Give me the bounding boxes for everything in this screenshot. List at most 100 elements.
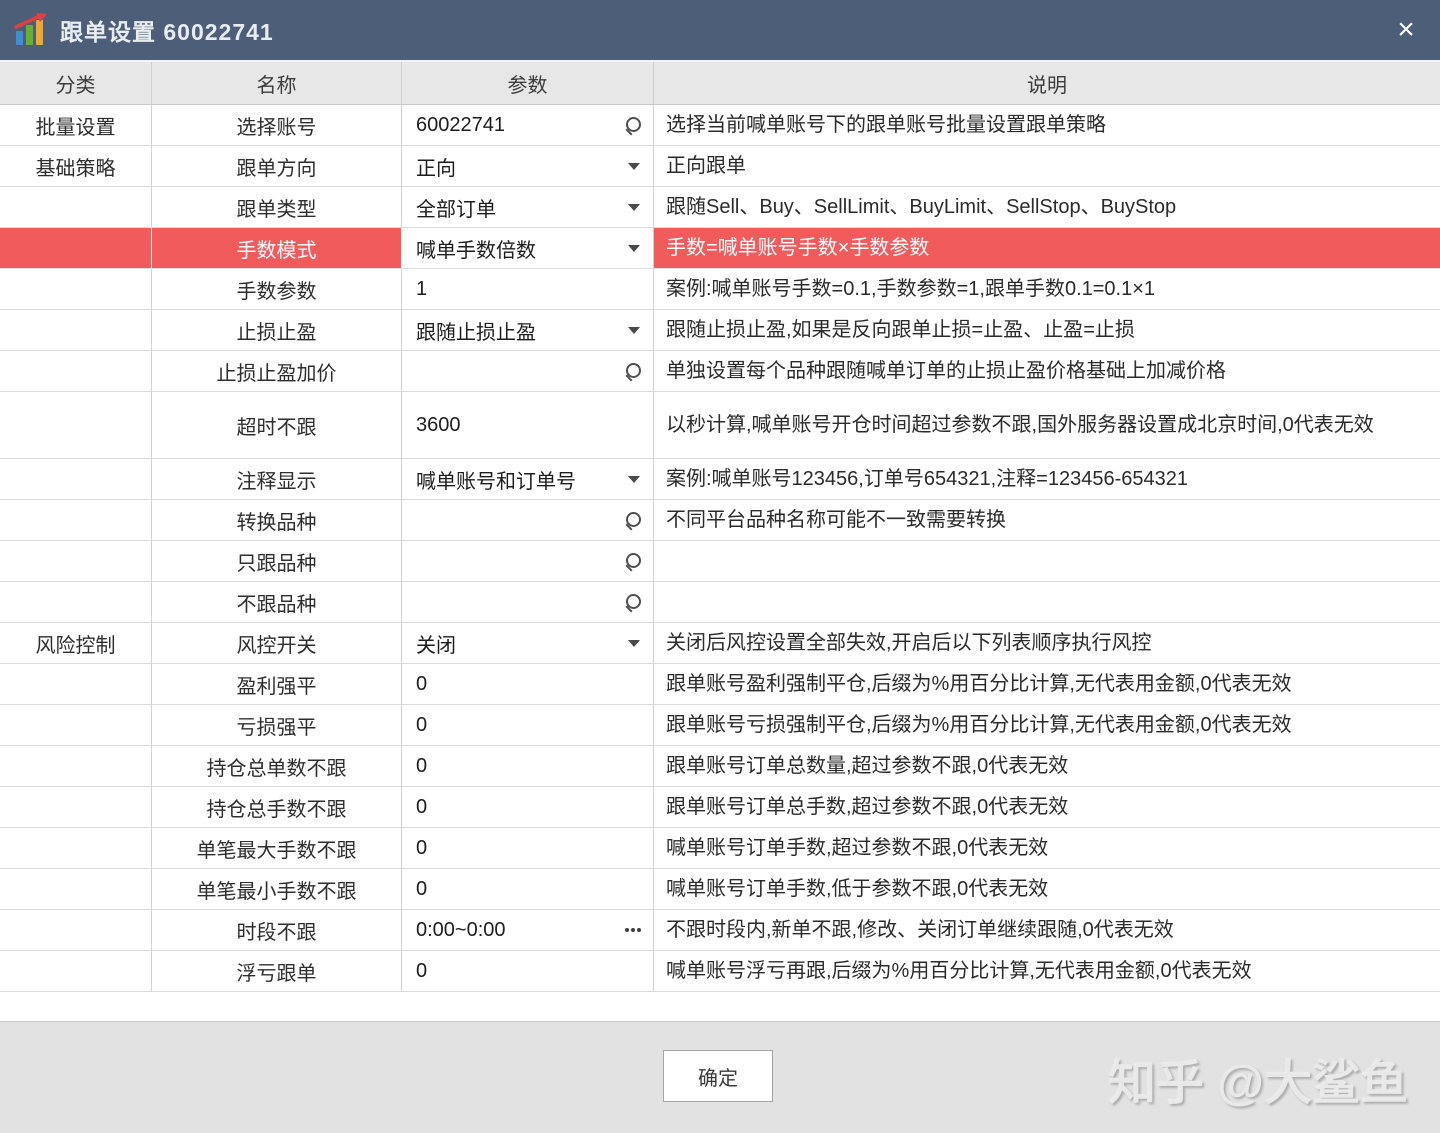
param-cell[interactable]: 0 [402, 869, 654, 909]
confirm-button[interactable]: 确定 [663, 1050, 773, 1102]
param-value: 喊单账号和订单号 [416, 465, 576, 494]
header-category: 分类 [0, 62, 152, 104]
description-cell [654, 582, 1440, 622]
table-row: 风险控制风控开关关闭关闭后风控设置全部失效,开启后以下列表顺序执行风控 [0, 623, 1440, 664]
table-row: 持仓总单数不跟0跟单账号订单总数量,超过参数不跟,0代表无效 [0, 746, 1440, 787]
table-row: 浮亏跟单 0 喊单账号浮亏再跟,后缀为%用百分比计算,无代表用金额,0代表无效 [0, 951, 1440, 992]
table-row: 注释显示喊单账号和订单号案例:喊单账号123456,订单号654321,注释=1… [0, 459, 1440, 500]
description-cell: 选择当前喊单账号下的跟单账号批量设置跟单策略 [654, 105, 1440, 145]
table-row: 单笔最大手数不跟0喊单账号订单手数,超过参数不跟,0代表无效 [0, 828, 1440, 869]
param-cell[interactable]: 3600 [402, 392, 654, 458]
description-cell: 跟单账号盈利强制平仓,后缀为%用百分比计算,无代表用金额,0代表无效 [654, 664, 1440, 704]
table-row: 持仓总手数不跟0跟单账号订单总手数,超过参数不跟,0代表无效 [0, 787, 1440, 828]
description-cell: 跟单账号订单总手数,超过参数不跟,0代表无效 [654, 787, 1440, 827]
table-row: 亏损强平0跟单账号亏损强制平仓,后缀为%用百分比计算,无代表用金额,0代表无效 [0, 705, 1440, 746]
param-cell[interactable]: 0 [402, 787, 654, 827]
param-cell[interactable]: 喊单账号和订单号 [402, 459, 654, 499]
name-cell: 只跟品种 [152, 541, 402, 581]
search-icon[interactable] [623, 592, 643, 612]
settings-table: 批量设置选择账号60022741选择当前喊单账号下的跟单账号批量设置跟单策略基础… [0, 105, 1440, 992]
description-cell: 跟随止损止盈,如果是反向跟单止损=止盈、止盈=止损 [654, 310, 1440, 350]
table-row: 手数参数1案例:喊单账号手数=0.1,手数参数=1,跟单手数0.1=0.1×1 [0, 269, 1440, 310]
param-value: 0 [416, 755, 427, 778]
ellipsis-icon[interactable] [625, 928, 629, 932]
param-cell[interactable] [402, 541, 654, 581]
param-cell[interactable]: 全部订单 [402, 187, 654, 227]
header-description: 说明 [654, 62, 1440, 104]
param-cell[interactable]: 0 [402, 828, 654, 868]
param-cell[interactable]: 跟随止损止盈 [402, 310, 654, 350]
category-cell [0, 392, 152, 458]
param-value: 全部订单 [416, 193, 496, 222]
param-cell[interactable] [402, 351, 654, 391]
chevron-down-icon[interactable] [628, 163, 640, 170]
description-cell: 跟随Sell、Buy、SellLimit、BuyLimit、SellStop、B… [654, 187, 1440, 227]
table-row: 不跟品种 [0, 582, 1440, 623]
search-icon[interactable] [623, 551, 643, 571]
name-cell: 手数模式 [152, 228, 402, 268]
close-icon[interactable]: × [1384, 8, 1428, 52]
header-name: 名称 [152, 62, 402, 104]
param-value: 0 [416, 878, 427, 901]
name-cell: 不跟品种 [152, 582, 402, 622]
param-cell[interactable]: 0 [402, 746, 654, 786]
table-row: 转换品种不同平台品种名称可能不一致需要转换 [0, 500, 1440, 541]
param-cell[interactable]: 0 [402, 951, 654, 991]
category-cell [0, 269, 152, 309]
param-cell[interactable]: 关闭 [402, 623, 654, 663]
chevron-down-icon[interactable] [628, 204, 640, 211]
param-cell[interactable] [402, 582, 654, 622]
search-icon[interactable] [623, 510, 643, 530]
category-cell [0, 187, 152, 227]
description-cell: 手数=喊单账号手数×手数参数 [654, 228, 1440, 268]
name-cell: 浮亏跟单 [152, 951, 402, 991]
search-icon[interactable] [623, 361, 643, 381]
param-value: 0 [416, 960, 427, 983]
table-row: 只跟品种 [0, 541, 1440, 582]
table-row: 基础策略跟单方向正向正向跟单 [0, 146, 1440, 187]
category-cell [0, 310, 152, 350]
description-cell: 关闭后风控设置全部失效,开启后以下列表顺序执行风控 [654, 623, 1440, 663]
category-cell [0, 910, 152, 950]
param-value: 3600 [416, 414, 461, 437]
description-cell: 喊单账号订单手数,低于参数不跟,0代表无效 [654, 869, 1440, 909]
chevron-down-icon[interactable] [628, 245, 640, 252]
param-cell[interactable] [402, 500, 654, 540]
name-cell: 选择账号 [152, 105, 402, 145]
param-cell[interactable]: 0 [402, 664, 654, 704]
chevron-down-icon[interactable] [628, 476, 640, 483]
param-cell[interactable]: 喊单手数倍数 [402, 228, 654, 268]
chevron-down-icon[interactable] [628, 640, 640, 647]
description-cell [654, 541, 1440, 581]
description-cell: 跟单账号订单总数量,超过参数不跟,0代表无效 [654, 746, 1440, 786]
category-cell [0, 746, 152, 786]
category-cell [0, 228, 152, 268]
param-cell[interactable]: 0 [402, 705, 654, 745]
category-cell: 基础策略 [0, 146, 152, 186]
name-cell: 亏损强平 [152, 705, 402, 745]
table-row: 止损止盈加价单独设置每个品种跟随喊单订单的止损止盈价格基础上加减价格 [0, 351, 1440, 392]
param-value: 0 [416, 673, 427, 696]
param-cell[interactable]: 60022741 [402, 105, 654, 145]
param-value: 跟随止损止盈 [416, 316, 536, 345]
param-cell[interactable]: 1 [402, 269, 654, 309]
category-cell [0, 664, 152, 704]
category-cell [0, 541, 152, 581]
category-cell [0, 459, 152, 499]
name-cell: 时段不跟 [152, 910, 402, 950]
chevron-down-icon[interactable] [628, 327, 640, 334]
name-cell: 风控开关 [152, 623, 402, 663]
description-cell: 喊单账号浮亏再跟,后缀为%用百分比计算,无代表用金额,0代表无效 [654, 951, 1440, 991]
table-row: 手数模式喊单手数倍数手数=喊单账号手数×手数参数 [0, 228, 1440, 269]
name-cell: 注释显示 [152, 459, 402, 499]
param-cell[interactable]: 正向 [402, 146, 654, 186]
param-cell[interactable]: 0:00~0:00 [402, 910, 654, 950]
description-cell: 跟单账号亏损强制平仓,后缀为%用百分比计算,无代表用金额,0代表无效 [654, 705, 1440, 745]
table-filler [0, 992, 1440, 1021]
app-logo-chart-icon [14, 13, 50, 47]
param-value: 0:00~0:00 [416, 919, 506, 942]
category-cell [0, 705, 152, 745]
search-icon[interactable] [623, 115, 643, 135]
table-row: 止损止盈跟随止损止盈跟随止损止盈,如果是反向跟单止损=止盈、止盈=止损 [0, 310, 1440, 351]
table-row: 批量设置选择账号60022741选择当前喊单账号下的跟单账号批量设置跟单策略 [0, 105, 1440, 146]
